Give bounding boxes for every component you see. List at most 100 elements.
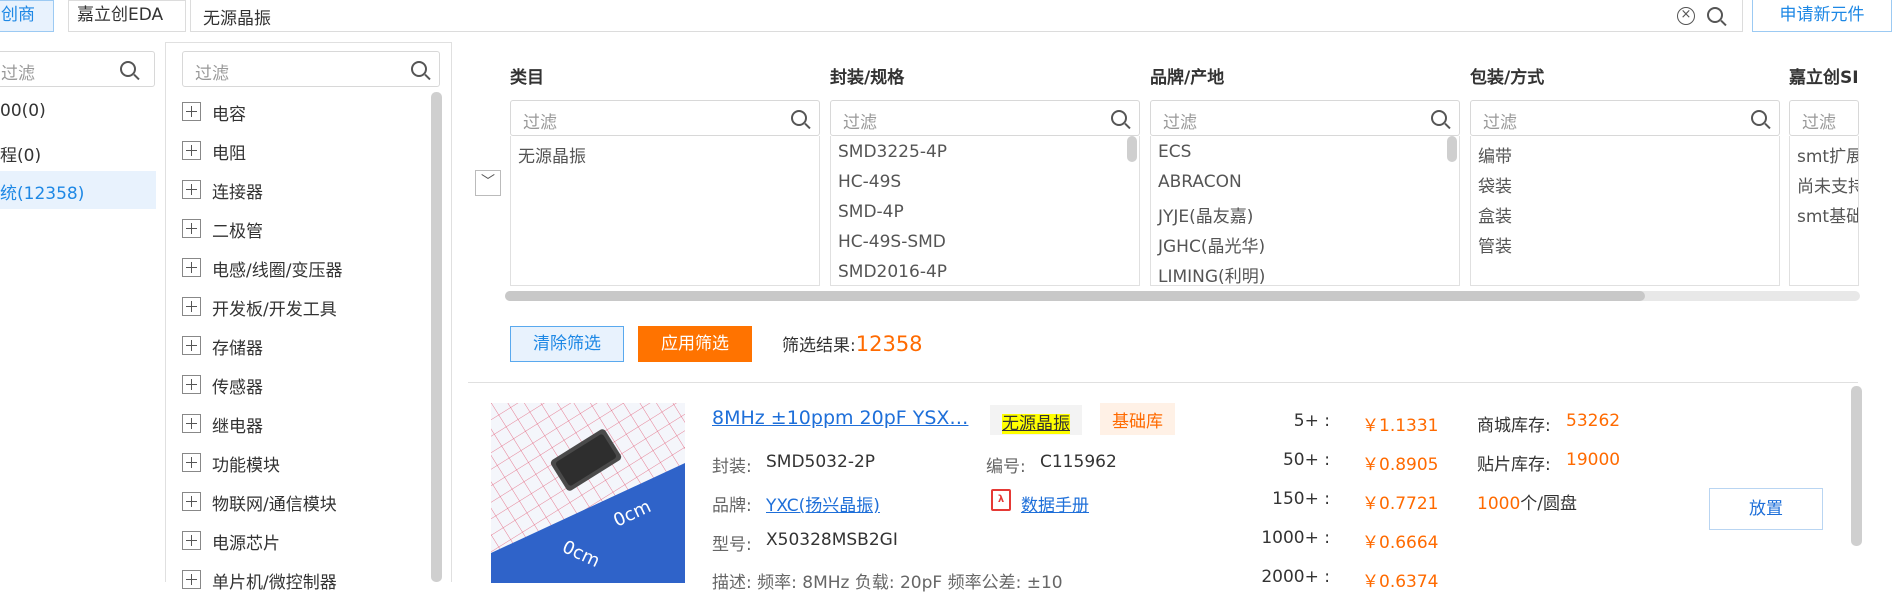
apply-filter-button[interactable]: 应用筛选	[638, 326, 752, 362]
facet-filter-placeholder: 过滤	[1163, 113, 1197, 133]
facet-option[interactable]: HC-49S-SMD	[838, 232, 946, 252]
facet-option[interactable]: 管装	[1478, 232, 1512, 257]
facet-option[interactable]: SMD-4P	[838, 202, 904, 222]
tree-item[interactable]: 传感器	[182, 373, 263, 398]
expand-plus-icon[interactable]	[182, 102, 201, 121]
expand-plus-icon[interactable]	[182, 570, 201, 589]
expand-plus-icon[interactable]	[182, 453, 201, 472]
results-scrollbar[interactable]	[1851, 386, 1862, 546]
facet-option[interactable]: LIMING(利明)	[1158, 262, 1265, 285]
facet-option[interactable]: ECS	[1158, 142, 1191, 162]
search-icon[interactable]	[1751, 110, 1767, 126]
tree-item[interactable]: 功能模块	[182, 451, 280, 476]
chevron-down-icon: ﹀	[481, 174, 495, 190]
expand-plus-icon[interactable]	[182, 531, 201, 550]
tree-item[interactable]: 电源芯片	[182, 529, 280, 554]
facet-option[interactable]: 尚未支持	[1797, 172, 1858, 197]
tree-scrollbar[interactable]	[431, 92, 442, 582]
facet-option[interactable]: 编带	[1478, 142, 1512, 167]
category-tag[interactable]: 无源晶振	[990, 405, 1082, 435]
facet-option[interactable]: SMD3225-4P	[838, 142, 947, 162]
left-list-item[interactable]: 程(0)	[0, 141, 41, 166]
facet-horizontal-scrollbar[interactable]	[505, 291, 1860, 301]
facet-option[interactable]: smt扩展	[1797, 142, 1858, 167]
tree-item[interactable]: 物联网/通信模块	[182, 490, 337, 515]
model-label: 型号:	[712, 535, 752, 555]
search-icon[interactable]	[411, 61, 427, 77]
search-icon[interactable]	[1431, 110, 1447, 126]
collapse-toggle[interactable]: ﹀	[475, 170, 501, 196]
search-icon[interactable]	[1707, 7, 1723, 23]
brand-link[interactable]: YXC(扬兴晶振)	[766, 491, 880, 516]
tree-item-label: 功能模块	[212, 456, 280, 476]
apply-new-component-button[interactable]: 申请新元件	[1752, 0, 1892, 32]
expand-plus-icon[interactable]	[182, 180, 201, 199]
search-icon[interactable]	[791, 110, 807, 126]
clear-filter-button[interactable]: 清除筛选	[510, 326, 624, 362]
place-button[interactable]: 放置	[1709, 488, 1823, 530]
tree-item[interactable]: 电容	[182, 100, 246, 125]
expand-plus-icon[interactable]	[182, 141, 201, 160]
code-label: 编号:	[986, 457, 1026, 477]
search-input[interactable]: 无源晶振 ×	[190, 0, 1743, 32]
facet-option[interactable]: 盒装	[1478, 202, 1512, 227]
price-qty: 2000+ :	[1261, 567, 1330, 587]
tree-item[interactable]: 开发板/开发工具	[182, 295, 337, 320]
price-value: ￥0.6664	[1362, 533, 1439, 553]
expand-plus-icon[interactable]	[182, 414, 201, 433]
tree-item[interactable]: 连接器	[182, 178, 263, 203]
facet-list-scrollbar[interactable]	[1447, 136, 1457, 162]
facet-option[interactable]: JYJE(晶友嘉)	[1158, 202, 1253, 227]
clear-search-icon[interactable]: ×	[1677, 7, 1695, 25]
tree-item[interactable]: 单片机/微控制器	[182, 568, 337, 593]
left-list-item-selected[interactable]: 统(12358)	[0, 171, 156, 209]
left-list-item[interactable]: 00(0)	[0, 101, 46, 121]
facet-filter-input[interactable]: 过滤	[830, 100, 1140, 136]
tree-item[interactable]: 二极管	[182, 217, 263, 242]
facet-title: 嘉立创SI	[1789, 68, 1859, 88]
expand-plus-icon[interactable]	[182, 258, 201, 277]
facet-option[interactable]: JGHC(晶光华)	[1158, 232, 1265, 257]
facet-filter-input[interactable]: 过滤	[510, 100, 820, 136]
tree-item[interactable]: 电阻	[182, 139, 246, 164]
facet-filter-input[interactable]: 过滤	[1789, 100, 1859, 136]
product-title-link[interactable]: 8MHz ±10ppm 20pF YSX…	[712, 407, 968, 429]
model-value: X50328MSB2GI	[766, 530, 898, 550]
facet-option-list: SMD3225-4P HC-49S SMD-4P HC-49S-SMD SMD2016-…	[830, 136, 1140, 286]
expand-plus-icon[interactable]	[182, 297, 201, 316]
expand-plus-icon[interactable]	[182, 492, 201, 511]
tree-item[interactable]: 存储器	[182, 334, 263, 359]
left-filter-input[interactable]: 过滤	[0, 51, 155, 87]
pdf-icon[interactable]: λ	[991, 489, 1011, 511]
facet-option[interactable]: SMD2016-4P	[838, 262, 947, 282]
tab-mall[interactable]: 创商城	[0, 0, 54, 32]
search-icon[interactable]	[1111, 110, 1127, 126]
expand-plus-icon[interactable]	[182, 219, 201, 238]
facet-list-scrollbar[interactable]	[1127, 136, 1137, 162]
tree-item-label: 电容	[212, 105, 246, 125]
facet-option-list: smt扩展尚未支持 smt基础	[1789, 136, 1859, 286]
tree-item-label: 连接器	[212, 183, 263, 203]
facet-option[interactable]: 袋装	[1478, 172, 1512, 197]
search-icon[interactable]	[120, 61, 136, 77]
tab-eda[interactable]: 嘉立创EDA	[68, 0, 186, 32]
expand-plus-icon[interactable]	[182, 336, 201, 355]
basic-lib-label: 基础库	[1112, 412, 1163, 432]
datasheet-link[interactable]: 数据手册	[1021, 491, 1089, 516]
tree-item-label: 单片机/微控制器	[212, 573, 337, 593]
facet-filter-input[interactable]: 过滤	[1150, 100, 1460, 136]
tree-item[interactable]: 电感/线圈/变压器	[182, 256, 342, 281]
facet-option[interactable]: 无源晶振	[518, 142, 586, 167]
tree-filter-input[interactable]: 过滤	[182, 51, 440, 87]
tree-item[interactable]: 继电器	[182, 412, 263, 437]
left-list-item-label: 00(0)	[0, 101, 46, 121]
package-value: SMD5032-2P	[766, 452, 876, 472]
facet-option[interactable]: HC-49S	[838, 172, 901, 192]
product-image[interactable]: 0cm 0cm	[491, 403, 685, 583]
facet-filter-input[interactable]: 过滤	[1470, 100, 1780, 136]
facet-option[interactable]: ABRACON	[1158, 172, 1242, 192]
facet-scrollbar-thumb[interactable]	[505, 291, 1645, 301]
price-qty: 150+ :	[1272, 489, 1330, 509]
expand-plus-icon[interactable]	[182, 375, 201, 394]
facet-option[interactable]: smt基础	[1797, 202, 1858, 227]
